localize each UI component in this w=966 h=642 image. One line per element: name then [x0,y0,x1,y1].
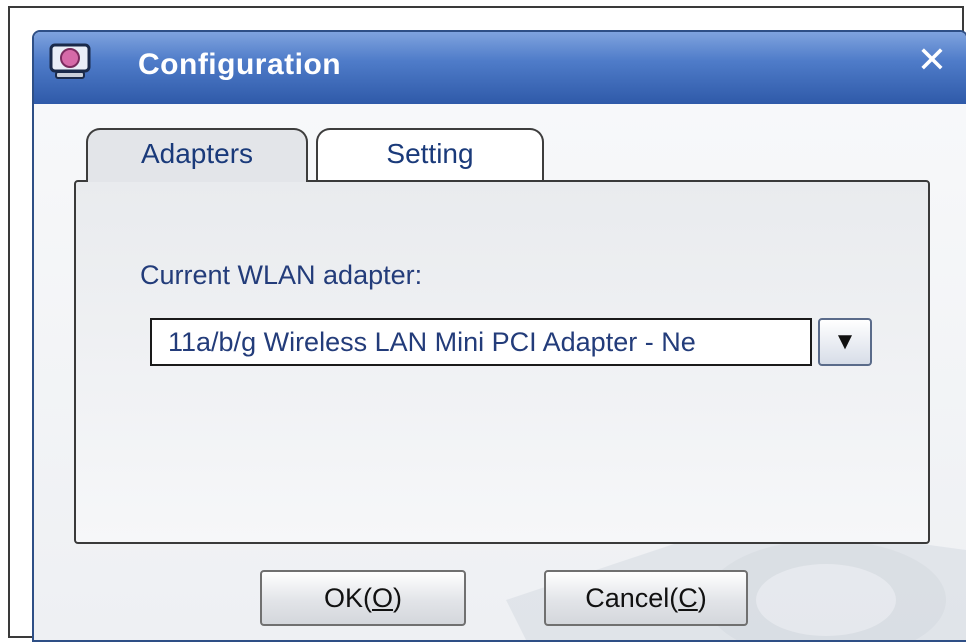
ok-button[interactable]: OK(O) [260,570,466,626]
tab-setting[interactable]: Setting [316,128,544,180]
screenshot-frame: Configuration ✕ Adapters Setting Current… [8,6,966,642]
adapters-panel: Current WLAN adapter: 11a/b/g Wireless L… [74,180,930,544]
app-monitor-icon [49,43,91,79]
current-wlan-adapter-label: Current WLAN adapter: [140,260,423,290]
ok-button-label: OK(O) [323,583,403,613]
window-title: Configuration [138,48,342,81]
dropdown-arrow-icon[interactable]: ▼ [818,318,872,366]
close-icon[interactable]: ✕ [912,40,952,80]
dialog-body: Adapters Setting Current WLAN adapter: 1… [34,104,966,640]
title-bar[interactable]: Configuration ✕ [34,32,966,105]
cancel-button[interactable]: Cancel(C) [544,570,748,626]
cancel-button-label: Cancel(C) [585,583,707,613]
wlan-adapter-select[interactable]: 11a/b/g Wireless LAN Mini PCI Adapter - … [150,318,812,366]
configuration-dialog: Configuration ✕ Adapters Setting Current… [32,30,966,642]
tab-adapters[interactable]: Adapters [86,128,308,182]
